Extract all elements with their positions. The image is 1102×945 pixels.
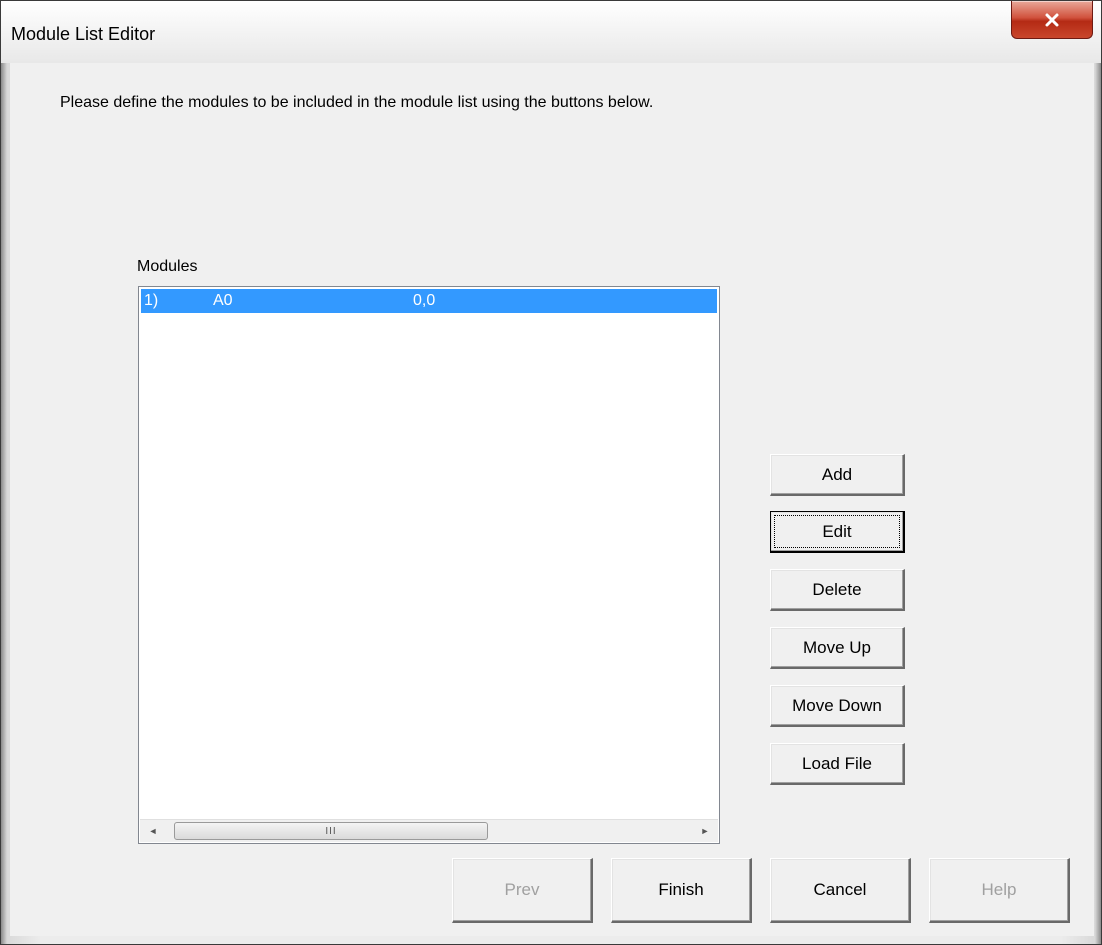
list-item-index: 1) xyxy=(144,292,159,309)
help-button-label: Help xyxy=(981,880,1017,899)
scroll-thumb[interactable]: III xyxy=(174,822,488,840)
delete-button-label: Delete xyxy=(812,579,862,599)
close-button[interactable] xyxy=(1011,1,1093,39)
dialog-body: Please define the modules to be included… xyxy=(10,63,1094,936)
cancel-button[interactable]: Cancel xyxy=(770,858,911,923)
add-button[interactable]: Add xyxy=(770,454,905,496)
delete-button[interactable]: Delete xyxy=(770,569,905,611)
title-bar[interactable]: Module List Editor xyxy=(1,1,1101,63)
help-button[interactable]: Help xyxy=(929,858,1070,923)
move-down-button[interactable]: Move Down xyxy=(770,685,905,727)
move-up-button-label: Move Up xyxy=(802,637,872,657)
cancel-button-label: Cancel xyxy=(813,880,867,899)
scroll-left-icon[interactable]: ◄ xyxy=(142,820,164,842)
edit-button[interactable]: Edit xyxy=(770,511,905,553)
load-file-button-label: Load File xyxy=(802,753,872,773)
finish-button-label: Finish xyxy=(658,880,704,899)
prev-button[interactable]: Prev xyxy=(452,858,593,923)
instructions-text: Please define the modules to be included… xyxy=(60,94,654,111)
move-up-button[interactable]: Move Up xyxy=(770,627,905,669)
module-list-editor-window: Module List Editor Please define the mod… xyxy=(0,0,1102,945)
modules-listbox[interactable]: 1) A0 0,0 ◄ III ► xyxy=(138,286,720,844)
horizontal-scrollbar[interactable]: ◄ III ► xyxy=(140,819,718,842)
prev-button-label: Prev xyxy=(504,880,540,899)
load-file-button[interactable]: Load File xyxy=(770,743,905,785)
add-button-label: Add xyxy=(821,464,853,484)
list-item[interactable]: 1) A0 0,0 xyxy=(141,289,717,313)
list-item-value: 0,0 xyxy=(413,292,436,309)
focus-ring xyxy=(774,515,900,548)
list-item-name: A0 xyxy=(213,292,233,309)
move-down-button-label: Move Down xyxy=(792,695,882,715)
scroll-right-icon[interactable]: ► xyxy=(694,820,716,842)
modules-label: Modules xyxy=(137,258,198,275)
window-title: Module List Editor xyxy=(11,24,156,44)
finish-button[interactable]: Finish xyxy=(611,858,752,923)
close-icon xyxy=(1045,13,1059,26)
scroll-grip-icon: III xyxy=(325,825,337,837)
